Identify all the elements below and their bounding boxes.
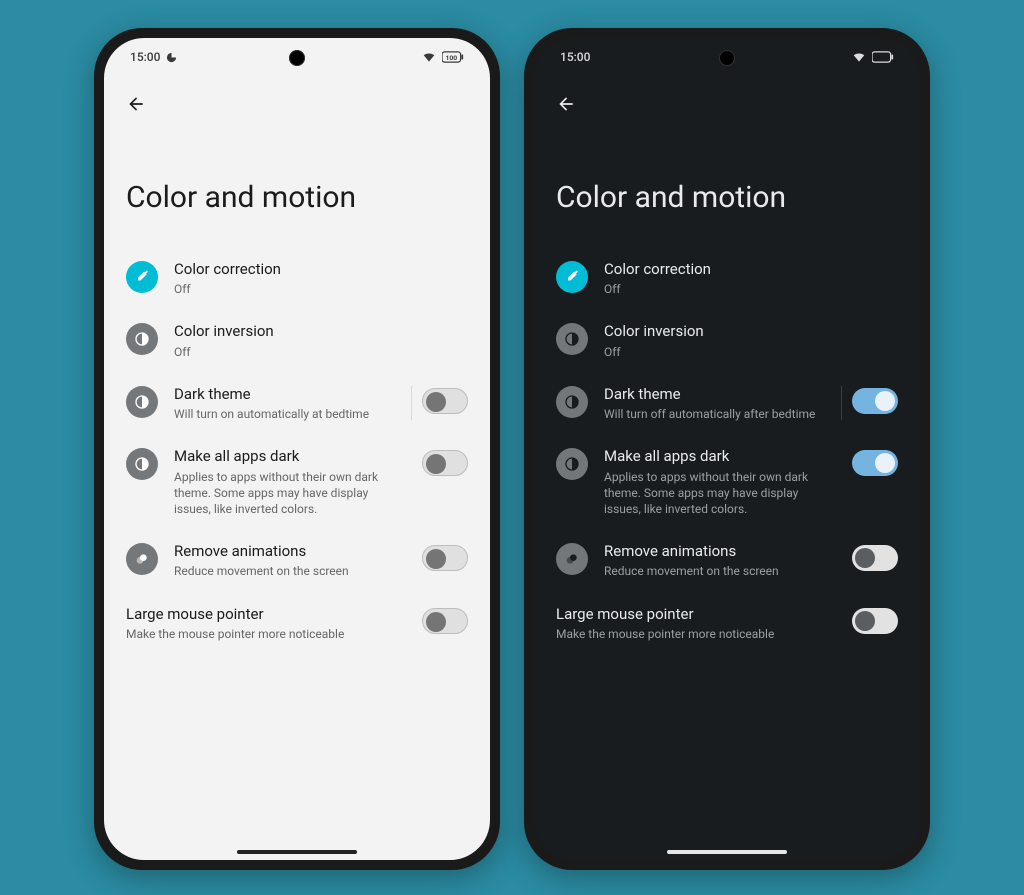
row-divider [841, 386, 842, 420]
row-sub: Applies to apps without their own dark t… [604, 469, 830, 518]
half-circle-icon [126, 323, 158, 355]
row-large-mouse-pointer[interactable]: Large mouse pointer Make the mouse point… [104, 592, 490, 654]
row-make-all-apps-dark[interactable]: Make all apps dark Applies to apps witho… [534, 434, 920, 529]
row-color-correction[interactable]: Color correction Off [534, 247, 920, 309]
row-divider [411, 386, 412, 420]
back-button[interactable] [122, 90, 150, 118]
toggle-remove-animations[interactable] [852, 545, 898, 571]
camera-cutout [719, 50, 735, 66]
toggle-dark-theme[interactable] [852, 388, 898, 414]
row-sub: Reduce movement on the screen [604, 563, 830, 579]
animation-icon [556, 543, 588, 575]
row-sub: Off [174, 281, 462, 297]
row-color-correction[interactable]: Color correction Off [104, 247, 490, 309]
arrow-back-icon [556, 94, 576, 114]
row-sub: Applies to apps without their own dark t… [174, 469, 400, 518]
row-large-mouse-pointer[interactable]: Large mouse pointer Make the mouse point… [534, 592, 920, 654]
half-circle-icon [126, 386, 158, 418]
toggle-dark-theme[interactable] [422, 388, 468, 414]
row-title: Make all apps dark [174, 446, 400, 466]
gesture-bar[interactable] [237, 850, 357, 854]
dnd-icon [166, 52, 177, 63]
row-remove-animations[interactable]: Remove animations Reduce movement on the… [534, 529, 920, 591]
row-sub: Make the mouse pointer more noticeable [556, 626, 830, 642]
settings-list: Color correction Off Color inversion Off [104, 243, 490, 658]
half-circle-icon [556, 448, 588, 480]
row-sub: Will turn off automatically after bedtim… [604, 406, 830, 422]
back-button[interactable] [552, 90, 580, 118]
toggle-large-mouse-pointer[interactable] [422, 608, 468, 634]
screen-dark: 15:00 Color and motion Color correction … [534, 38, 920, 860]
page-title: Color and motion [534, 118, 920, 243]
row-title: Large mouse pointer [556, 604, 830, 624]
battery-icon [872, 51, 894, 63]
page-title: Color and motion [104, 118, 490, 243]
animation-icon [126, 543, 158, 575]
gesture-bar[interactable] [667, 850, 787, 854]
row-sub: Off [174, 344, 462, 360]
row-title: Dark theme [174, 384, 400, 404]
battery-icon: 100 [442, 51, 464, 63]
row-sub: Off [604, 344, 892, 360]
toggle-remove-animations[interactable] [422, 545, 468, 571]
row-title: Remove animations [604, 541, 830, 561]
row-remove-animations[interactable]: Remove animations Reduce movement on the… [104, 529, 490, 591]
row-color-inversion[interactable]: Color inversion Off [104, 309, 490, 371]
half-circle-icon [556, 323, 588, 355]
toggle-make-all-apps-dark[interactable] [422, 450, 468, 476]
row-sub: Off [604, 281, 892, 297]
row-title: Dark theme [604, 384, 830, 404]
eyedropper-icon [556, 261, 588, 293]
row-title: Color inversion [174, 321, 462, 341]
row-make-all-apps-dark[interactable]: Make all apps dark Applies to apps witho… [104, 434, 490, 529]
status-time: 15:00 [560, 50, 590, 64]
wifi-icon [422, 50, 436, 64]
row-dark-theme[interactable]: Dark theme Will turn off automatically a… [534, 372, 920, 434]
toggle-large-mouse-pointer[interactable] [852, 608, 898, 634]
row-title: Color correction [174, 259, 462, 279]
app-bar [534, 76, 920, 118]
row-title: Color correction [604, 259, 892, 279]
camera-cutout [289, 50, 305, 66]
row-sub: Make the mouse pointer more noticeable [126, 626, 400, 642]
row-sub: Reduce movement on the screen [174, 563, 400, 579]
settings-list: Color correction Off Color inversion Off [534, 243, 920, 658]
row-title: Make all apps dark [604, 446, 830, 466]
phone-dark: 15:00 Color and motion Color correction … [524, 28, 930, 870]
toggle-make-all-apps-dark[interactable] [852, 450, 898, 476]
screen-light: 15:00 100 Color and motion Color correct… [104, 38, 490, 860]
wifi-icon [852, 50, 866, 64]
svg-text:100: 100 [445, 54, 457, 62]
row-title: Remove animations [174, 541, 400, 561]
arrow-back-icon [126, 94, 146, 114]
phone-light: 15:00 100 Color and motion Color correct… [94, 28, 500, 870]
row-title: Color inversion [604, 321, 892, 341]
status-time: 15:00 [130, 50, 160, 64]
half-circle-icon [126, 448, 158, 480]
row-sub: Will turn on automatically at bedtime [174, 406, 400, 422]
row-title: Large mouse pointer [126, 604, 400, 624]
app-bar [104, 76, 490, 118]
half-circle-icon [556, 386, 588, 418]
eyedropper-icon [126, 261, 158, 293]
row-dark-theme[interactable]: Dark theme Will turn on automatically at… [104, 372, 490, 434]
row-color-inversion[interactable]: Color inversion Off [534, 309, 920, 371]
